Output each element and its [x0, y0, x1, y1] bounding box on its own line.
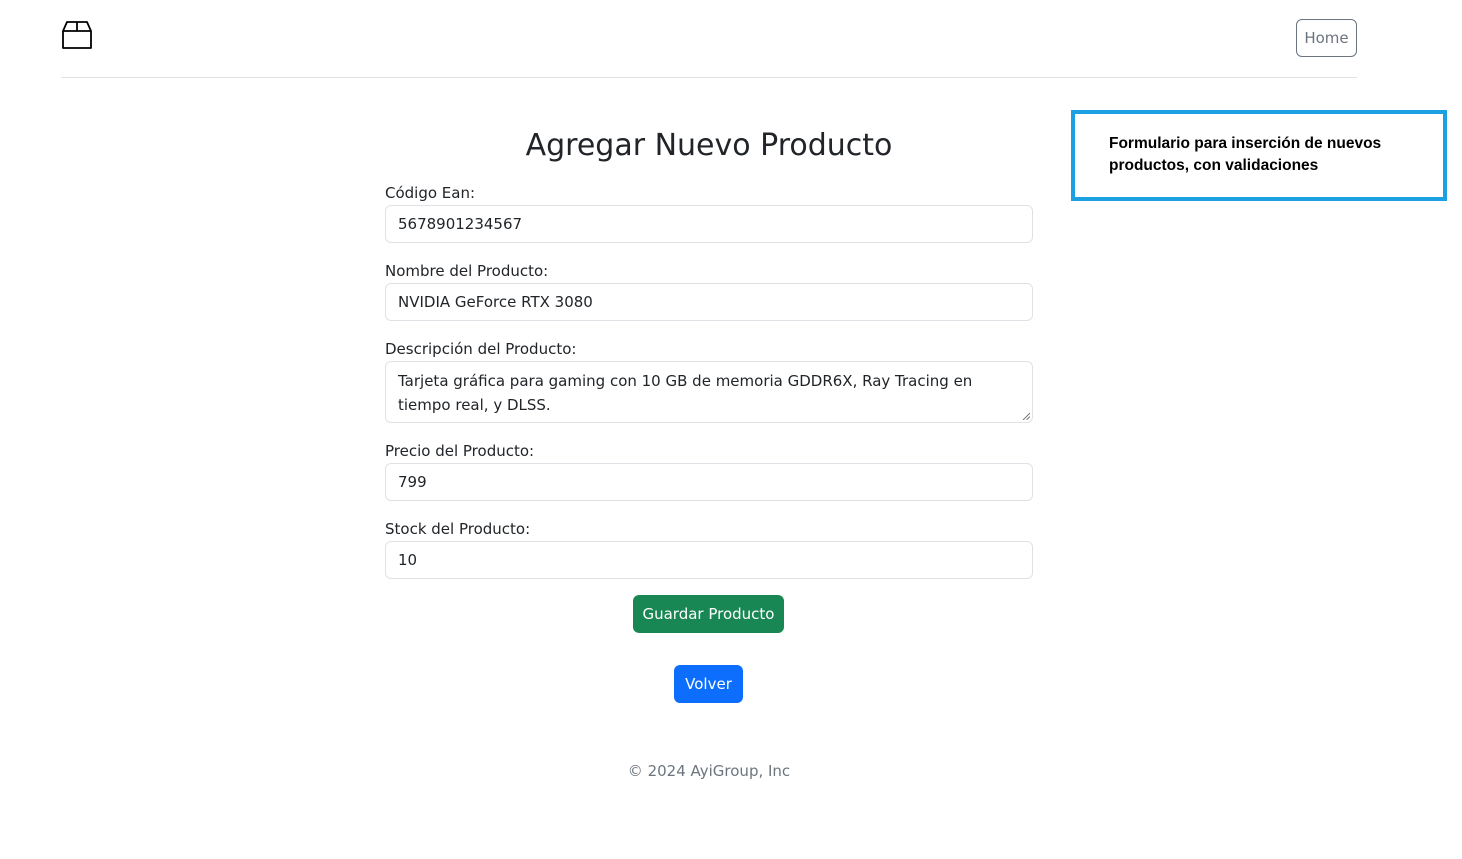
- home-button[interactable]: Home: [1296, 19, 1357, 57]
- description-label: Descripción del Producto:: [385, 340, 577, 358]
- name-input[interactable]: NVIDIA GeForce RTX 3080: [385, 283, 1033, 321]
- site-header: Home: [61, 0, 1357, 78]
- footer-copyright: © 2024 AyiGroup, Inc: [627, 762, 791, 780]
- ean-label: Código Ean:: [385, 184, 476, 202]
- stock-input[interactable]: 10: [385, 541, 1033, 579]
- box-icon[interactable]: [61, 19, 93, 51]
- ean-input[interactable]: 5678901234567: [385, 205, 1033, 243]
- description-text: Tarjeta gráfica para gaming con 10 GB de…: [398, 372, 973, 414]
- resize-grip-icon[interactable]: [1022, 412, 1030, 420]
- back-button[interactable]: Volver: [674, 665, 743, 703]
- name-label: Nombre del Producto:: [385, 262, 549, 280]
- price-label: Precio del Producto:: [385, 442, 535, 460]
- page-title: Agregar Nuevo Producto: [525, 128, 893, 163]
- stock-label: Stock del Producto:: [385, 520, 531, 538]
- description-textarea[interactable]: Tarjeta gráfica para gaming con 10 GB de…: [385, 361, 1033, 423]
- save-product-button[interactable]: Guardar Producto: [633, 595, 784, 633]
- annotation-callout: Formulario para inserción de nuevos prod…: [1071, 110, 1447, 201]
- annotation-text: Formulario para inserción de nuevos prod…: [1109, 135, 1382, 174]
- price-input[interactable]: 799: [385, 463, 1033, 501]
